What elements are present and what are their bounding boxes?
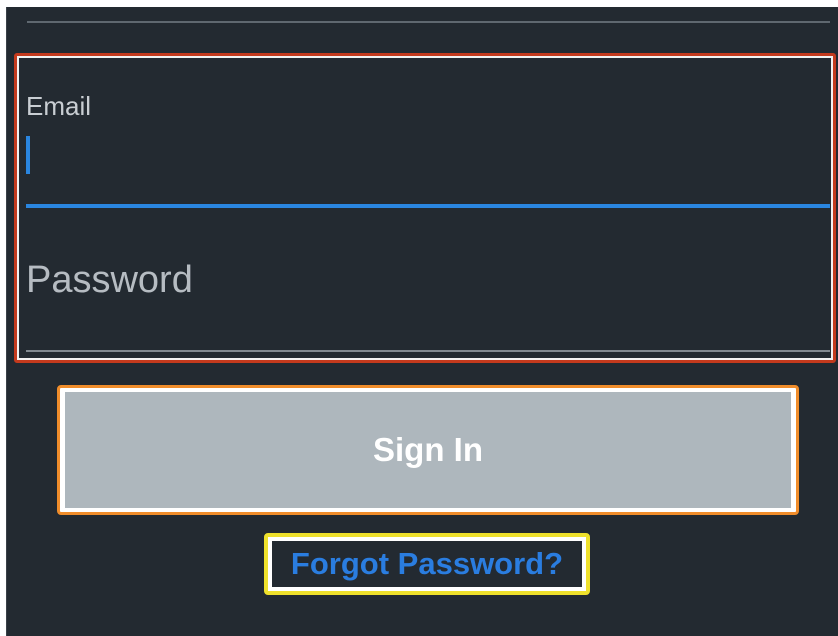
email-input[interactable] xyxy=(24,128,834,188)
credentials-highlight-box xyxy=(14,53,836,363)
forgot-password-link[interactable]: Forgot Password? xyxy=(272,541,582,587)
password-input[interactable] xyxy=(26,250,826,310)
top-divider xyxy=(27,21,830,23)
sign-in-button[interactable]: Sign In xyxy=(65,392,791,508)
password-underline xyxy=(26,350,830,352)
email-label: Email xyxy=(26,91,92,121)
email-underline xyxy=(26,204,830,208)
